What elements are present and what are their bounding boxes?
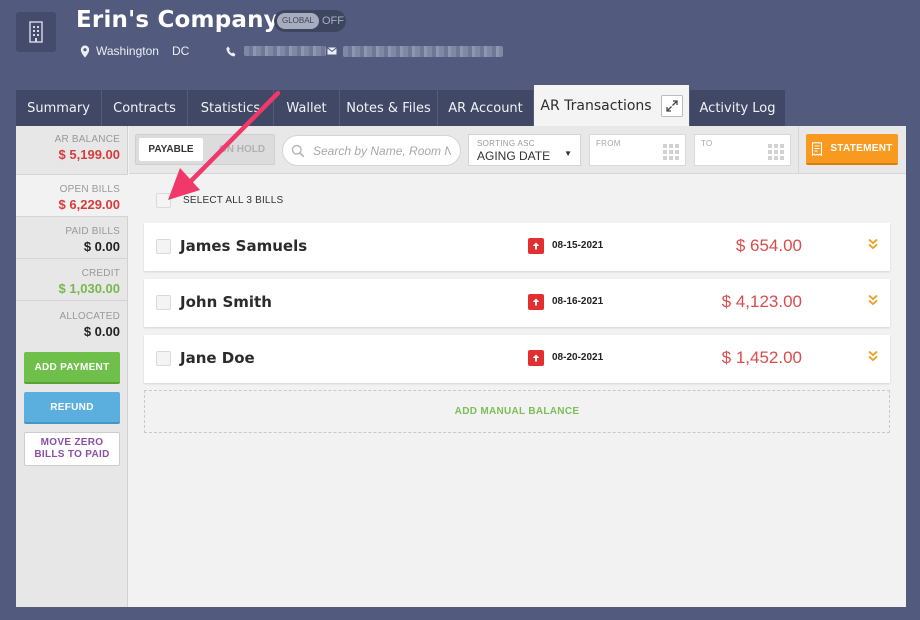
credit-value: $ 1,030.00 xyxy=(58,281,120,296)
sorting-label: SORTING ASC xyxy=(477,139,535,148)
tab-notes-files[interactable]: Notes & Files xyxy=(340,90,438,126)
bill-date: 08-15-2021 xyxy=(552,240,604,251)
paid-bills-filter[interactable]: PAID BILLS $ 0.00 xyxy=(16,226,128,254)
bill-name: Jane Doe xyxy=(180,349,255,367)
on-hold-option[interactable]: ON HOLD xyxy=(211,138,273,161)
tab-ar-account[interactable]: AR Account xyxy=(438,90,534,126)
allocated-label: ALLOCATED xyxy=(59,311,120,322)
tab-ar-transactions[interactable]: AR Transactions xyxy=(534,85,690,126)
paid-bills-label: PAID BILLS xyxy=(65,226,120,237)
company-name: Erin's Company xyxy=(76,7,279,33)
caret-down-icon: ▼ xyxy=(564,149,572,158)
tab-summary[interactable]: Summary xyxy=(16,90,102,126)
search-icon xyxy=(291,144,305,157)
popout-button[interactable] xyxy=(660,94,683,117)
toolbar-divider xyxy=(798,126,799,174)
filter-toolbar: PAYABLE ON HOLD SORTING ASC AGING DATE ▼… xyxy=(129,126,906,174)
chevron-double-down-icon[interactable] xyxy=(868,294,878,306)
sidebar-divider xyxy=(16,258,128,259)
chevron-double-down-icon[interactable] xyxy=(868,350,878,362)
search-box[interactable] xyxy=(282,135,461,166)
tab-wallet[interactable]: Wallet xyxy=(274,90,340,126)
statement-button[interactable]: STATEMENT xyxy=(806,134,898,165)
building-icon xyxy=(29,21,43,43)
credit-label: CREDIT xyxy=(81,268,120,279)
allocated-filter[interactable]: ALLOCATED $ 0.00 xyxy=(16,311,128,339)
payable-option[interactable]: PAYABLE xyxy=(139,138,203,161)
calendar-icon[interactable] xyxy=(768,144,784,160)
location-state: DC xyxy=(171,44,190,58)
overdue-badge xyxy=(528,294,544,310)
allocated-value: $ 0.00 xyxy=(83,324,120,339)
bill-amount: $ 654.00 xyxy=(735,236,802,255)
ar-balance: AR BALANCE $ 5,199.00 xyxy=(16,134,128,162)
bill-row[interactable]: Jane Doe 08-20-2021 $ 1,452.00 xyxy=(144,335,890,383)
bill-row[interactable]: John Smith 08-16-2021 $ 4,123.00 xyxy=(144,279,890,327)
arrow-up-icon xyxy=(532,354,540,362)
credit-filter[interactable]: CREDIT $ 1,030.00 xyxy=(16,268,128,296)
from-date-field[interactable]: FROM xyxy=(589,134,686,166)
tab-bar: Summary Contracts Statistics Wallet Note… xyxy=(16,85,786,126)
select-all-label: SELECT ALL 3 BILLS xyxy=(183,195,284,206)
bill-checkbox[interactable] xyxy=(156,351,171,366)
tab-statistics[interactable]: Statistics xyxy=(188,90,274,126)
arrow-up-icon xyxy=(532,298,540,306)
phone-value-redacted xyxy=(244,46,326,56)
phone-icon xyxy=(226,46,236,56)
sidebar-divider xyxy=(16,300,128,301)
location: Washington DC xyxy=(80,43,189,59)
overdue-badge xyxy=(528,238,544,254)
refund-button[interactable]: REFUND xyxy=(24,392,120,424)
phone xyxy=(226,44,326,58)
open-bills-label: OPEN BILLS xyxy=(59,184,120,195)
map-pin-icon xyxy=(80,45,90,57)
bill-checkbox[interactable] xyxy=(156,239,171,254)
move-zero-bills-button[interactable]: MOVE ZERO BILLS TO PAID xyxy=(24,432,120,466)
balance-sidebar: AR BALANCE $ 5,199.00 OPEN BILLS $ 6,229… xyxy=(16,126,128,607)
bill-amount: $ 4,123.00 xyxy=(721,292,802,311)
paid-bills-value: $ 0.00 xyxy=(83,239,120,254)
bill-checkbox[interactable] xyxy=(156,295,171,310)
sorting-select[interactable]: SORTING ASC AGING DATE ▼ xyxy=(468,134,581,166)
ar-balance-value: $ 5,199.00 xyxy=(58,147,120,162)
tab-contracts[interactable]: Contracts xyxy=(102,90,188,126)
bill-amount: $ 1,452.00 xyxy=(721,348,802,367)
bill-row[interactable]: James Samuels 08-15-2021 $ 654.00 xyxy=(144,223,890,271)
receipt-icon xyxy=(812,141,823,156)
payable-onhold-switch: PAYABLE ON HOLD xyxy=(135,134,275,165)
add-payment-button[interactable]: ADD PAYMENT xyxy=(24,352,120,384)
main-panel: AR BALANCE $ 5,199.00 OPEN BILLS $ 6,229… xyxy=(16,126,906,607)
bill-date: 08-16-2021 xyxy=(552,296,604,307)
statement-label: STATEMENT xyxy=(830,143,893,154)
add-manual-balance-button[interactable]: ADD MANUAL BALANCE xyxy=(144,390,890,433)
email-value-redacted xyxy=(343,45,503,57)
global-toggle[interactable]: GLOBAL OFF xyxy=(274,10,346,32)
select-all-checkbox[interactable] xyxy=(156,193,171,208)
chevron-double-down-icon[interactable] xyxy=(868,238,878,250)
bill-name: James Samuels xyxy=(180,237,308,255)
global-toggle-state: OFF xyxy=(322,15,344,27)
company-avatar xyxy=(16,12,56,52)
bill-date: 08-20-2021 xyxy=(552,352,604,363)
tab-ar-transactions-label: AR Transactions xyxy=(540,97,652,114)
location-city: Washington xyxy=(96,44,159,58)
select-all-row: SELECT ALL 3 BILLS xyxy=(156,193,283,208)
open-bills-value: $ 6,229.00 xyxy=(58,197,120,212)
calendar-icon[interactable] xyxy=(663,144,679,160)
mail-icon xyxy=(327,47,337,55)
arrow-up-icon xyxy=(532,242,540,250)
bill-name: John Smith xyxy=(180,293,272,311)
to-date-field[interactable]: TO xyxy=(694,134,791,166)
overdue-badge xyxy=(528,350,544,366)
tab-activity-log[interactable]: Activity Log xyxy=(690,90,786,126)
sorting-value: AGING DATE xyxy=(477,149,551,163)
global-toggle-knob: GLOBAL xyxy=(277,13,319,29)
search-input[interactable] xyxy=(313,143,451,158)
expand-icon xyxy=(665,99,678,112)
ar-balance-label: AR BALANCE xyxy=(54,134,120,145)
open-bills-filter[interactable]: OPEN BILLS $ 6,229.00 xyxy=(16,174,128,217)
email xyxy=(327,44,503,58)
